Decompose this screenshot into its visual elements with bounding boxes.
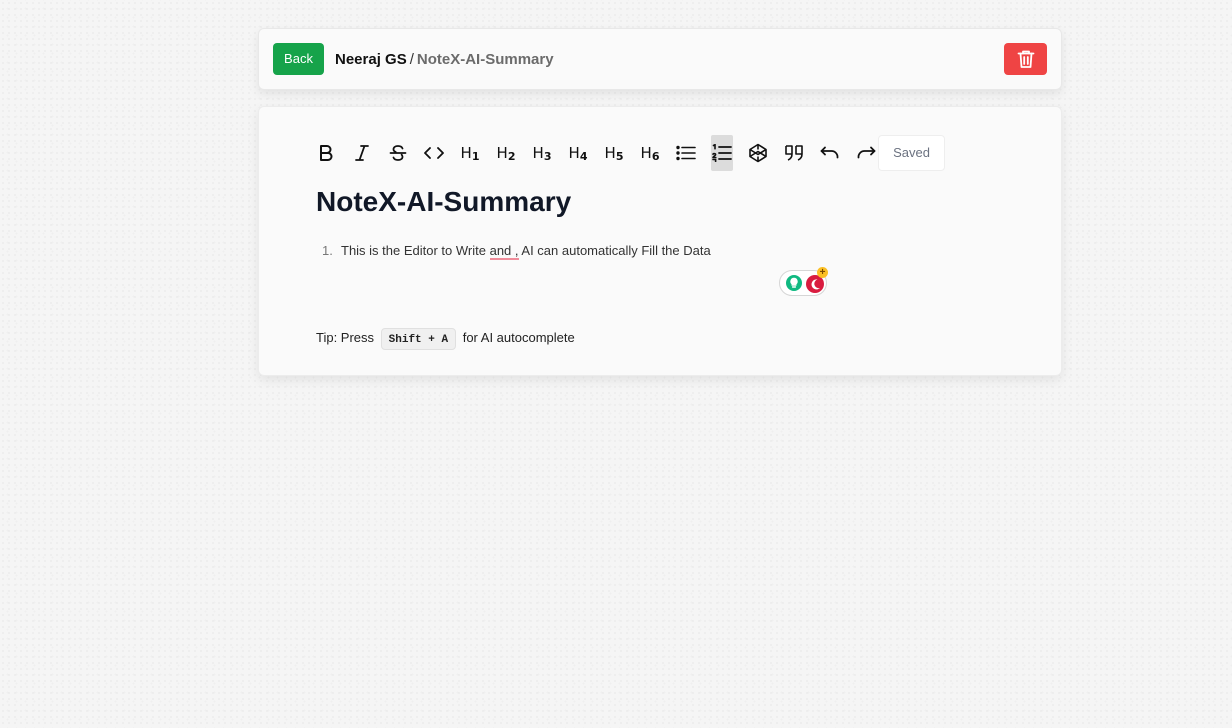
italic-icon (355, 145, 369, 161)
header-bar: Back Neeraj GS / NoteX-AI-Summary (258, 28, 1062, 90)
heading-5-icon: H5 (604, 143, 624, 163)
tip-prefix: Tip: Press (316, 330, 375, 345)
strikethrough-icon (389, 145, 407, 161)
heading-6-icon: H6 (640, 143, 660, 163)
list-item-text-end: AI can automatically Fill the Data (518, 243, 711, 258)
undo-button[interactable] (819, 135, 841, 171)
undo-icon (820, 146, 839, 159)
spellcheck-error[interactable]: and , (489, 243, 519, 260)
code-block-icon (749, 143, 767, 163)
heading-4-button[interactable]: H4 (567, 135, 589, 171)
heading-6-button[interactable]: H6 (639, 135, 661, 171)
code-button[interactable] (423, 135, 445, 171)
bullet-list-icon (676, 145, 696, 161)
list-item-text-start: This is the Editor to Write (341, 243, 490, 258)
bold-icon (320, 145, 333, 161)
breadcrumb-separator: / (409, 51, 414, 68)
heading-4-icon: H4 (568, 143, 588, 163)
ordered-list-icon (712, 144, 732, 162)
heading-3-icon: H3 (532, 143, 552, 163)
list-item-number: 1. (322, 243, 333, 258)
list-item[interactable]: 1. This is the Editor to Write and , AI c… (322, 242, 711, 260)
heading-1-icon: H1 (460, 143, 480, 163)
blockquote-icon (785, 145, 803, 161)
save-status: Saved (878, 135, 945, 171)
heading-3-button[interactable]: H3 (531, 135, 553, 171)
heading-2-icon: H2 (496, 143, 516, 163)
shortcut-tip: Tip: Press Shift + A for AI autocomplete (316, 327, 575, 350)
code-block-button[interactable] (747, 135, 769, 171)
heading-5-button[interactable]: H5 (603, 135, 625, 171)
tip-suffix: for AI autocomplete (462, 330, 575, 345)
heading-2-button[interactable]: H2 (495, 135, 517, 171)
shortcut-key: Shift + A (380, 328, 457, 350)
italic-button[interactable] (351, 135, 373, 171)
breadcrumb-document: NoteX-AI-Summary (416, 51, 554, 68)
heading-1-button[interactable]: H1 (459, 135, 481, 171)
editor-card: H1 H2 H3 H4 H5 H6 Saved NoteX-AI-Summary… (258, 106, 1062, 376)
back-button[interactable]: Back (273, 43, 324, 75)
plus-badge-icon[interactable]: + (817, 267, 828, 278)
redo-button[interactable] (855, 135, 877, 171)
delete-button[interactable] (1004, 43, 1047, 75)
ordered-list[interactable]: 1. This is the Editor to Write and , AI c… (322, 242, 711, 260)
strikethrough-button[interactable] (387, 135, 409, 171)
editor-toolbar: H1 H2 H3 H4 H5 H6 (315, 135, 877, 171)
breadcrumb: Neeraj GS / NoteX-AI-Summary (335, 51, 554, 69)
redo-icon (857, 146, 876, 159)
breadcrumb-user[interactable]: Neeraj GS (335, 51, 407, 68)
bold-button[interactable] (315, 135, 337, 171)
document-title[interactable]: NoteX-AI-Summary (316, 185, 571, 219)
bullet-list-button[interactable] (675, 135, 697, 171)
bulb-icon[interactable] (786, 275, 802, 291)
extension-widget[interactable]: + (779, 267, 828, 296)
blockquote-button[interactable] (783, 135, 805, 171)
trash-icon (1017, 50, 1034, 68)
ordered-list-button[interactable] (711, 135, 733, 171)
code-icon (424, 147, 444, 159)
